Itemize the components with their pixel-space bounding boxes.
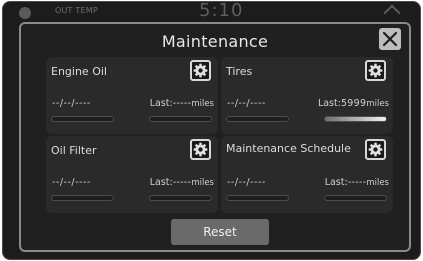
close-button[interactable]: [379, 28, 401, 50]
last-label: Last:: [149, 177, 173, 188]
date-progress-bar: [51, 116, 114, 122]
mileage-progress-bar: [324, 116, 387, 122]
panel-tires: Tires --/--/---- Last:5999miles: [221, 57, 393, 134]
last-label: Last:: [324, 177, 348, 188]
status-bar: OUT TEMP 5:10: [3, 2, 420, 22]
last-service-date: --/--/----: [52, 98, 91, 109]
last-service-mileage: Last:-----miles: [150, 98, 214, 109]
last-service-mileage: Last:-----miles: [325, 177, 389, 188]
panel-title: Engine Oil: [51, 65, 107, 78]
mileage-unit: miles: [366, 99, 389, 109]
mileage-progress-fill: [325, 117, 386, 121]
mileage-unit: miles: [191, 99, 214, 109]
panel-maintenance-schedule: Maintenance Schedule --/--/---- Last:---…: [221, 136, 393, 213]
mileage-unit: miles: [366, 178, 389, 188]
mileage-progress-bar: [149, 195, 212, 201]
last-service-date: --/--/----: [52, 177, 91, 188]
oil-filter-settings-button[interactable]: [190, 139, 211, 160]
gear-icon: [368, 142, 383, 157]
panel-title: Maintenance Schedule: [226, 142, 351, 155]
last-service-mileage: Last:-----miles: [150, 177, 214, 188]
mileage-progress-bar: [149, 116, 212, 122]
status-icon: [19, 7, 31, 19]
gear-icon: [368, 63, 383, 78]
dialog-title: Maintenance: [161, 32, 269, 51]
reset-button[interactable]: Reset: [171, 219, 269, 245]
mileage-progress-bar: [324, 195, 387, 201]
date-progress-bar: [51, 195, 114, 201]
status-clock: 5:10: [199, 1, 244, 21]
last-service-date: --/--/----: [227, 98, 266, 109]
last-service-mileage: Last:5999miles: [318, 98, 389, 109]
last-mileage-value: -----: [172, 177, 192, 188]
date-progress-bar: [226, 116, 289, 122]
last-service-date: --/--/----: [227, 177, 266, 188]
last-label: Last:: [149, 98, 173, 109]
mileage-unit: miles: [191, 178, 214, 188]
out-temp-label: OUT TEMP: [55, 6, 98, 15]
panel-title: Tires: [226, 65, 253, 78]
maintenance-dialog: Maintenance Engine Oil --/--/---- Last:-…: [19, 22, 411, 252]
date-progress-bar: [226, 195, 289, 201]
tires-settings-button[interactable]: [365, 60, 386, 81]
last-mileage-value: -----: [172, 98, 192, 109]
gear-icon: [193, 63, 208, 78]
engine-oil-settings-button[interactable]: [190, 60, 211, 81]
head-unit-screen: OUT TEMP 5:10 Maintenance Engine Oil --/…: [2, 1, 421, 260]
panel-title: Oil Filter: [51, 144, 97, 157]
panel-engine-oil: Engine Oil --/--/---- Last:-----miles: [46, 57, 218, 134]
chevron-up-icon: [383, 4, 401, 22]
last-mileage-value: 5999: [340, 98, 367, 109]
last-mileage-value: -----: [347, 177, 367, 188]
maintenance-schedule-settings-button[interactable]: [365, 139, 386, 160]
gear-icon: [193, 142, 208, 157]
close-icon: [382, 31, 398, 47]
last-label: Last:: [317, 98, 341, 109]
panel-oil-filter: Oil Filter --/--/---- Last:-----miles: [46, 136, 218, 213]
